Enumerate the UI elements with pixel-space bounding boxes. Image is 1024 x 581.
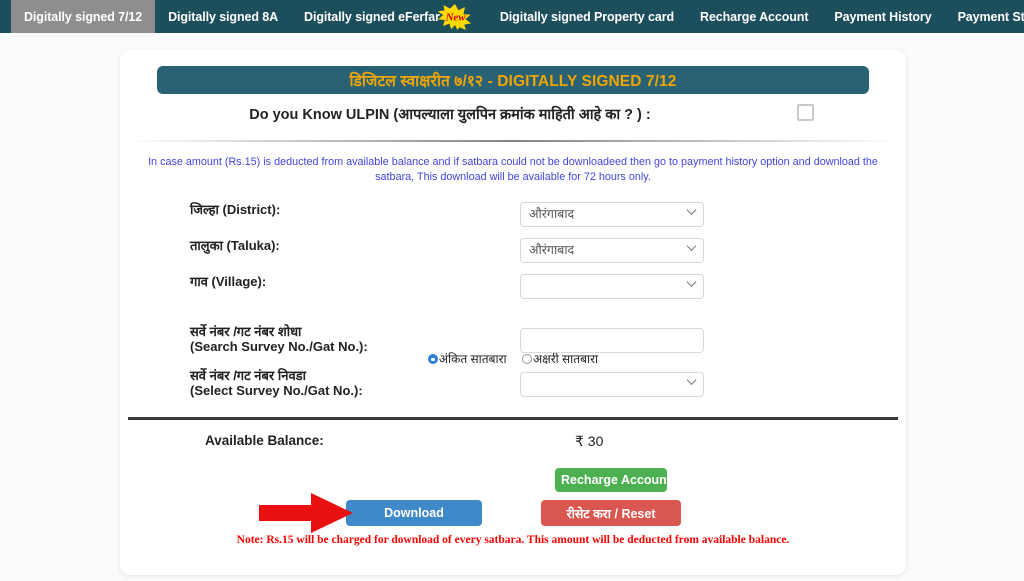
charge-note-text: Note: Rs.15 will be charged for download… <box>236 534 790 546</box>
ulpin-label: Do you Know ULPIN (आपल्याला युलपिन क्रमा… <box>249 107 651 123</box>
district-label: जिल्हा (District): <box>190 202 281 217</box>
form-row-village: गाव (Village): <box>120 274 906 310</box>
search-survey-label: सर्वे नंबर /गट नंबर शोधा (Search Survey … <box>190 324 450 354</box>
ulpin-checkbox[interactable] <box>797 104 814 121</box>
village-label: गाव (Village): <box>190 274 267 289</box>
available-balance-label: Available Balance: <box>205 433 324 448</box>
section-divider <box>128 140 898 142</box>
new-badge-label: New <box>444 11 466 23</box>
chevron-down-icon <box>686 276 697 287</box>
page-title-banner: डिजिटल स्वाक्षरीत ७/१२ - DIGITALLY SIGNE… <box>157 66 869 94</box>
chevron-down-icon <box>686 204 697 215</box>
district-select[interactable]: औरंगाबाद <box>520 202 704 227</box>
survey-number-form: सर्वे नंबर /गट नंबर शोधा (Search Survey … <box>120 324 906 412</box>
nav-item-digitally-signed-8a[interactable]: Digitally signed 8A <box>155 0 291 33</box>
nav-item-label: Digitally signed Property card <box>499 9 675 24</box>
nav-item-label: Payment Status <box>957 9 1024 24</box>
nav-item-digitally-signed-7-12[interactable]: Digitally signed 7/12 <box>11 0 156 33</box>
recharge-account-button[interactable]: Recharge Account <box>555 468 671 492</box>
nav-item-digitally-signed-property-card[interactable]: Digitally signed Property card <box>487 0 687 33</box>
ulpin-row: Do you Know ULPIN (आपल्याला युलपिन क्रमा… <box>120 100 906 132</box>
search-survey-label-mr: सर्वे नंबर /गट नंबर शोधा <box>190 324 302 339</box>
nav-item-label: Recharge Account <box>700 9 809 24</box>
nav-item-payment-history[interactable]: Payment History <box>821 0 944 33</box>
available-balance-value: ₹ 30 <box>575 433 604 449</box>
select-survey-label: सर्वे नंबर /गट नंबर निवडा (Select Survey… <box>190 368 450 398</box>
taluka-label: तालुका (Taluka): <box>190 238 280 253</box>
form-row-select-survey: सर्वे नंबर /गट नंबर निवडा (Select Survey… <box>120 368 906 412</box>
section-separator-rule <box>128 417 898 420</box>
available-balance-row: Available Balance: ₹ 30 <box>120 433 906 459</box>
reset-button[interactable]: रीसेट करा / Reset <box>541 500 681 526</box>
nav-item-label: Digitally signed 8A <box>168 9 279 24</box>
select-survey-label-en: (Select Survey No./Gat No.): <box>190 383 363 398</box>
district-value: औरंगाबाद <box>529 207 575 221</box>
nav-item-label: Payment History <box>834 9 932 24</box>
satbara-form: जिल्हा (District): औरंगाबाद तालुका (Talu… <box>120 202 906 310</box>
download-button[interactable]: Download <box>346 500 482 526</box>
form-row-search-survey: सर्वे नंबर /गट नंबर शोधा (Search Survey … <box>120 324 906 368</box>
search-survey-label-en: (Search Survey No./Gat No.): <box>190 339 368 354</box>
nav-item-payment-status[interactable]: Payment Status <box>945 0 1024 33</box>
village-select[interactable] <box>520 274 704 299</box>
select-survey-label-mr: सर्वे नंबर /गट नंबर निवडा <box>190 368 306 383</box>
nav-item-digitally-signed-eferfar[interactable]: Digitally signed eFerfar New <box>291 0 487 33</box>
search-survey-input[interactable] <box>520 328 704 353</box>
download-notice-text: In case amount (Rs.15) is deducted from … <box>148 156 878 183</box>
nav-item-label: Digitally signed eFerfar <box>304 9 440 24</box>
select-survey-select[interactable] <box>520 372 704 397</box>
taluka-value: औरंगाबाद <box>529 243 575 257</box>
chevron-down-icon <box>686 240 697 251</box>
chevron-down-icon <box>686 374 697 385</box>
page-title: डिजिटल स्वाक्षरीत ७/१२ - DIGITALLY SIGNE… <box>349 73 677 90</box>
nav-item-recharge-account[interactable]: Recharge Account <box>687 0 821 33</box>
nav-item-label: Digitally signed 7/12 <box>24 9 143 24</box>
main-navigation: Digitally signed 7/12 Digitally signed 8… <box>0 0 1024 33</box>
satbara-download-card: डिजिटल स्वाक्षरीत ७/१२ - DIGITALLY SIGNE… <box>120 50 906 575</box>
new-starburst-icon: New <box>436 3 474 30</box>
taluka-select[interactable]: औरंगाबाद <box>520 238 704 263</box>
form-row-taluka: तालुका (Taluka): औरंगाबाद <box>120 238 906 274</box>
form-row-district: जिल्हा (District): औरंगाबाद <box>120 202 906 238</box>
